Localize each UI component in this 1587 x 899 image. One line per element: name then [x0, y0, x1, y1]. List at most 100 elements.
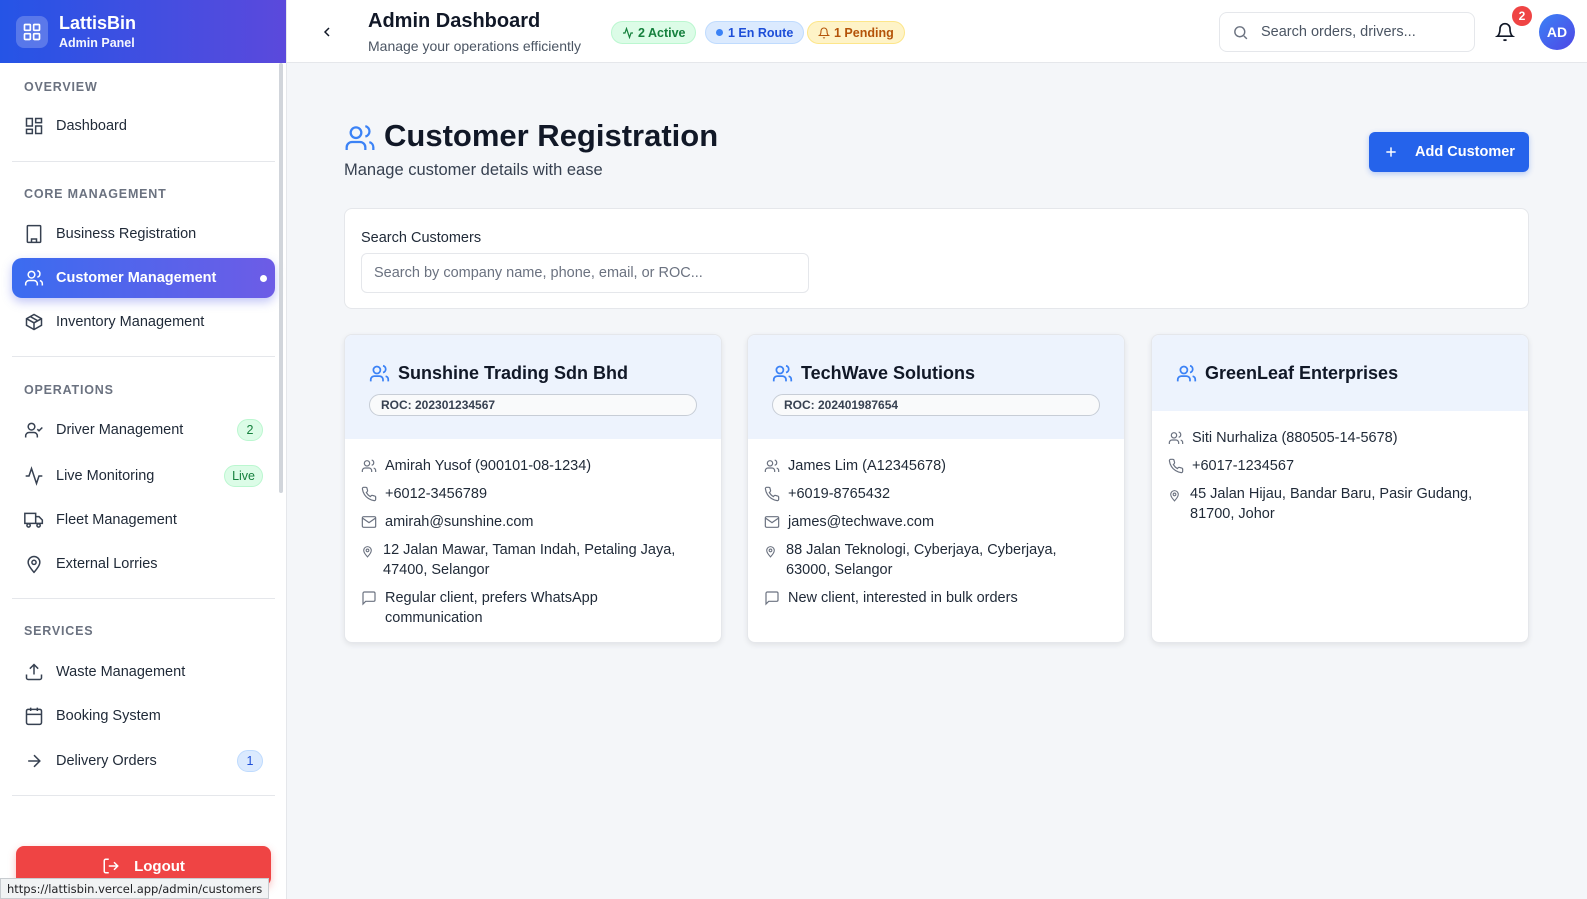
- global-search-input[interactable]: [1261, 24, 1451, 40]
- top-header: Admin Dashboard Manage your operations e…: [287, 0, 1587, 63]
- address-line-2: 63000, Selangor: [786, 562, 893, 578]
- sidebar-item-booking-system[interactable]: Booking System: [12, 696, 275, 736]
- active-indicator-dot: [260, 274, 267, 282]
- phone-row: +6017-1234567: [1168, 456, 1512, 476]
- customer-card[interactable]: GreenLeaf Enterprises Siti Nurhaliza (88…: [1151, 334, 1529, 643]
- sidebar-item-label: Driver Management: [56, 422, 184, 438]
- address-line-1: 88 Jalan Teknologi, Cyberjaya, Cyberjaya…: [786, 542, 1057, 558]
- add-customer-label: Add Customer: [1415, 144, 1515, 160]
- address-line-2: 81700, Johor: [1190, 506, 1275, 522]
- sidebar-item-business-registration[interactable]: Business Registration: [12, 214, 275, 254]
- delivery-count-badge: 1: [237, 750, 263, 772]
- phone-row: +6012-3456789: [361, 484, 705, 504]
- sidebar-item-delivery-orders[interactable]: Delivery Orders 1: [12, 741, 275, 781]
- grid-logo-icon: [16, 15, 48, 48]
- customer-search-input[interactable]: [361, 253, 809, 293]
- collapse-sidebar-button[interactable]: [317, 22, 337, 42]
- en-route-status-chip: 1 En Route: [705, 21, 805, 44]
- active-status-chip: 2 Active: [611, 21, 697, 44]
- notes: New client, interested in bulk orders: [788, 590, 1018, 606]
- users-icon: [24, 269, 44, 286]
- sidebar-item-label: External Lorries: [56, 556, 158, 572]
- sidebar-item-driver-management[interactable]: Driver Management 2: [12, 410, 275, 450]
- pending-count: 1 Pending: [834, 25, 894, 40]
- company-name: GreenLeaf Enterprises: [1176, 361, 1504, 385]
- brand-subtitle: Admin Panel: [59, 35, 135, 50]
- company-name-text: GreenLeaf Enterprises: [1205, 362, 1399, 383]
- brand-header[interactable]: LattisBin Admin Panel: [0, 0, 286, 63]
- sidebar-nav: OVERVIEW Dashboard CORE MANAGEMENT Busin…: [0, 63, 280, 899]
- divider: [12, 598, 275, 599]
- message-square-icon: [362, 591, 376, 606]
- customer-card-body: Amirah Yusof (900101-08-1234) +6012-3456…: [345, 439, 721, 628]
- sidebar-item-dashboard[interactable]: Dashboard: [12, 106, 275, 146]
- sidebar-item-waste-management[interactable]: Waste Management: [12, 652, 275, 692]
- map-pin-icon: [363, 546, 372, 558]
- user-avatar[interactable]: AD: [1539, 14, 1575, 50]
- sidebar-item-label: Customer Management: [56, 270, 217, 286]
- arrow-right-icon: [28, 754, 41, 768]
- sidebar-item-inventory-management[interactable]: Inventory Management: [12, 302, 275, 342]
- header-subtitle: Manage your operations efficiently: [368, 38, 581, 54]
- customer-card[interactable]: TechWave Solutions ROC: 202401987654 Jam…: [747, 334, 1125, 643]
- message-square-icon: [765, 591, 779, 606]
- divider: [12, 356, 275, 357]
- company-name-text: Sunshine Trading Sdn Bhd: [398, 362, 629, 383]
- users-icon: [1176, 364, 1197, 381]
- address: 12 Jalan Mawar, Taman Indah, Petaling Ja…: [383, 540, 675, 580]
- status-bar-url: https://lattisbin.vercel.app/admin/custo…: [0, 878, 270, 899]
- users-icon: [772, 364, 793, 381]
- phone-icon: [1168, 458, 1184, 474]
- customer-card-body: James Lim (A12345678) +6019-8765432 jame…: [748, 439, 1124, 608]
- global-search[interactable]: [1219, 12, 1475, 52]
- divider: [12, 795, 275, 796]
- notes-line-2: communication: [385, 610, 483, 626]
- building-icon: [26, 224, 42, 244]
- sidebar-item-customer-management[interactable]: Customer Management: [12, 258, 275, 298]
- sidebar-item-fleet-management[interactable]: Fleet Management: [12, 500, 275, 540]
- sidebar-item-label: Inventory Management: [56, 314, 205, 330]
- mail-icon: [361, 516, 377, 528]
- search-icon: [1234, 25, 1248, 39]
- address-line-1: 12 Jalan Mawar, Taman Indah, Petaling Ja…: [383, 542, 676, 558]
- active-count: 2 Active: [638, 25, 686, 40]
- logout-icon: [103, 858, 119, 874]
- customer-card-body: Siti Nurhaliza (880505-14-5678) +6017-12…: [1152, 411, 1528, 524]
- sidebar-item-live-monitoring[interactable]: Live Monitoring Live: [12, 456, 275, 496]
- map-pin-icon: [766, 546, 775, 558]
- company-name-text: TechWave Solutions: [801, 362, 976, 383]
- section-title-services: SERVICES: [24, 624, 94, 638]
- user-icon: [1168, 431, 1184, 444]
- phone-icon: [764, 486, 780, 502]
- email-address: james@techwave.com: [788, 514, 935, 530]
- dashboard-icon: [25, 117, 43, 135]
- sidebar-scrollbar[interactable]: [279, 63, 283, 493]
- customer-card[interactable]: Sunshine Trading Sdn Bhd ROC: 2023012345…: [344, 334, 722, 643]
- notifications-bell-icon[interactable]: [1495, 22, 1515, 42]
- address-row: 88 Jalan Teknologi, Cyberjaya, Cyberjaya…: [764, 540, 1108, 580]
- brand-name: LattisBin: [59, 12, 137, 33]
- contact-person: Siti Nurhaliza (880505-14-5678): [1192, 430, 1398, 446]
- email-row: amirah@sunshine.com: [361, 512, 705, 532]
- bell-icon: [818, 27, 830, 39]
- users-icon: [369, 364, 390, 381]
- driver-count-badge: 2: [237, 419, 263, 441]
- email-address: amirah@sunshine.com: [385, 514, 534, 530]
- divider: [12, 161, 275, 162]
- sidebar-item-external-lorries[interactable]: External Lorries: [12, 544, 275, 584]
- notes-row: Regular client, prefers WhatsApp communic…: [361, 588, 705, 628]
- contact-row: Siti Nurhaliza (880505-14-5678): [1168, 428, 1512, 448]
- notes-line-1: Regular client, prefers WhatsApp: [385, 590, 598, 606]
- notes-row: New client, interested in bulk orders: [764, 588, 1108, 608]
- roc-badge: ROC: 202401987654: [772, 394, 1100, 416]
- page-title: Customer Registration: [384, 118, 719, 153]
- header-title: Admin Dashboard: [368, 10, 541, 32]
- customer-card-header: Sunshine Trading Sdn Bhd ROC: 2023012345…: [345, 335, 721, 439]
- phone-number: +6017-1234567: [1192, 458, 1295, 474]
- email-row: james@techwave.com: [764, 512, 1108, 532]
- user-icon: [764, 459, 780, 472]
- notification-count-badge: 2: [1512, 6, 1532, 26]
- phone-row: +6019-8765432: [764, 484, 1108, 504]
- add-customer-button[interactable]: Add Customer: [1369, 132, 1529, 172]
- user-icon: [361, 459, 377, 472]
